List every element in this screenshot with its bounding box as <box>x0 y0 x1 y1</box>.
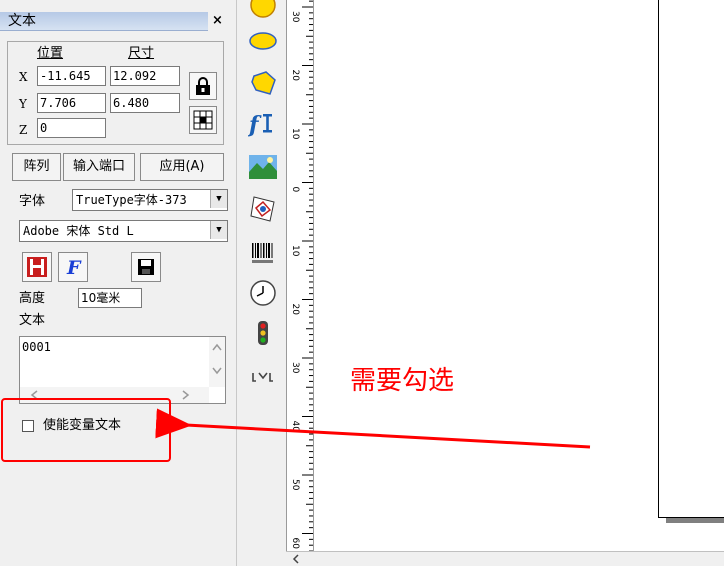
annotation-arrow <box>155 408 591 449</box>
arrow-line <box>155 408 591 449</box>
